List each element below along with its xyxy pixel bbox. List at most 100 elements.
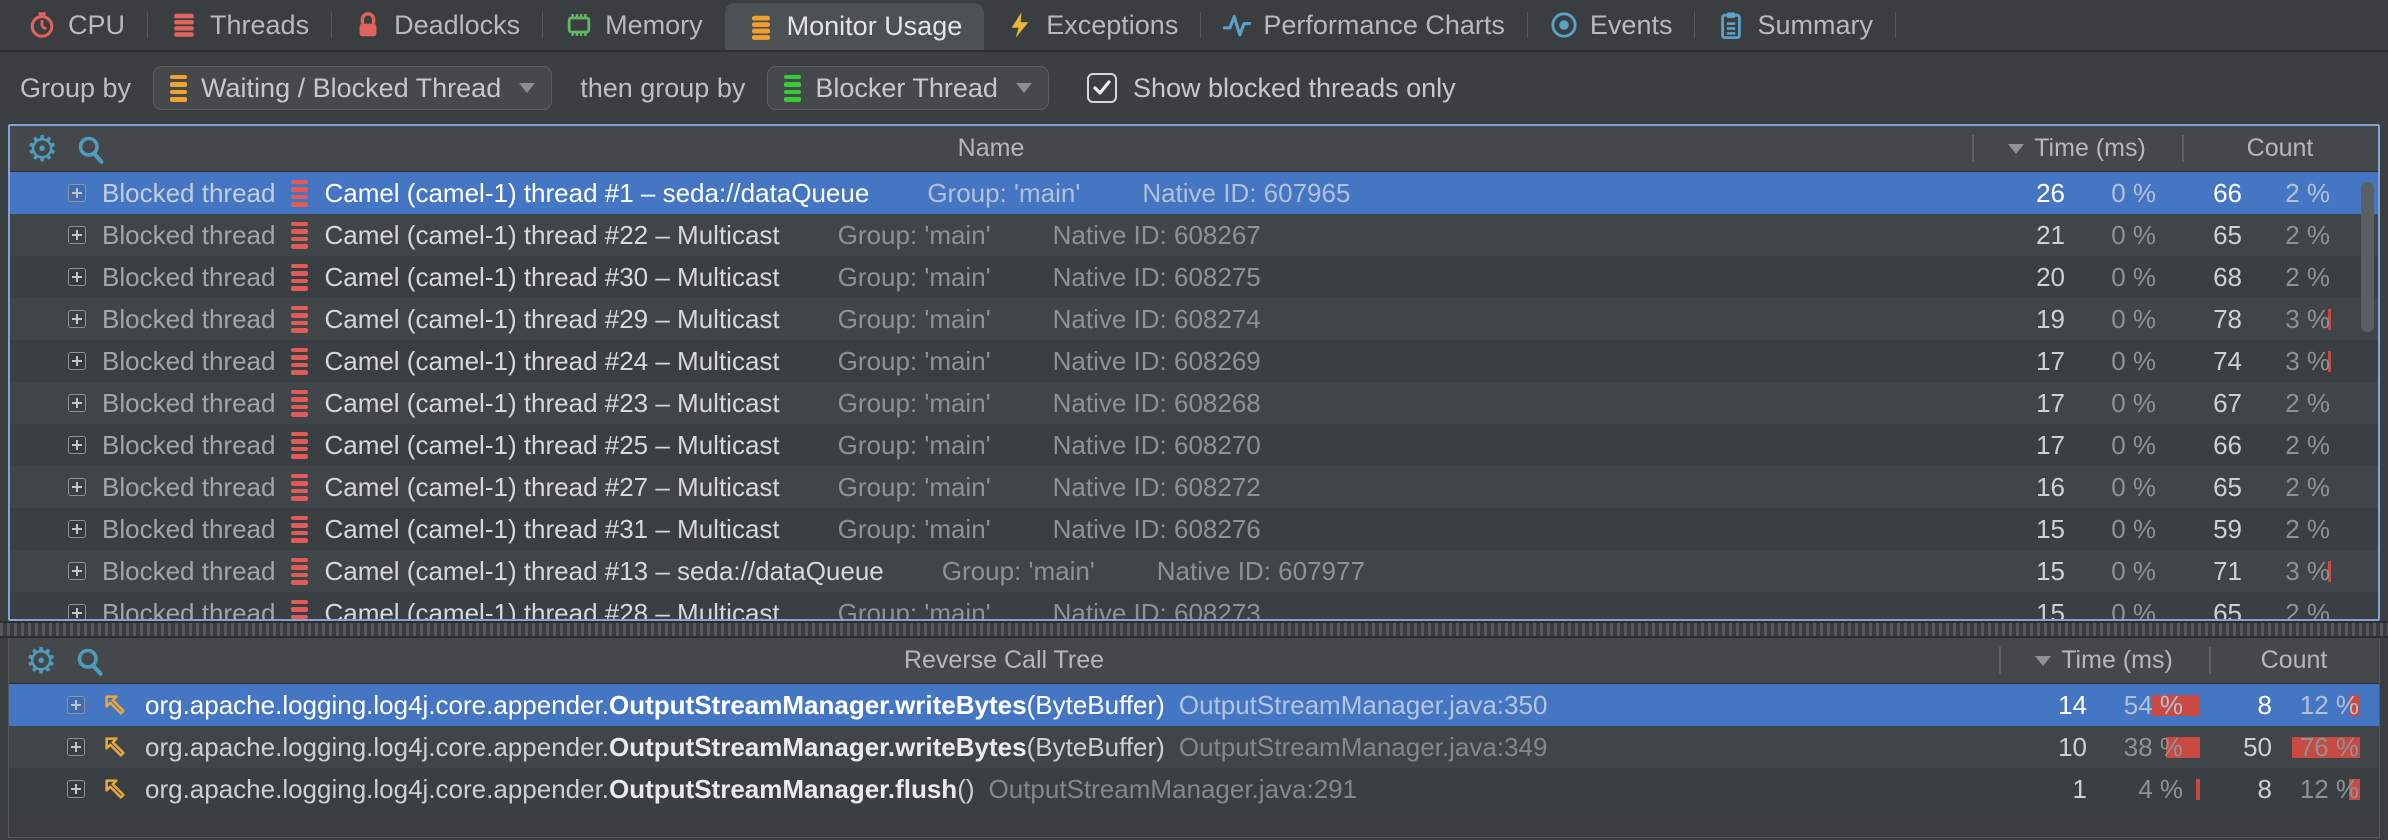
table-row[interactable]: org.apache.logging.log4j.core.appender.O… xyxy=(9,768,2379,810)
lightning-icon xyxy=(1006,11,1034,39)
table-row[interactable]: org.apache.logging.log4j.core.appender.O… xyxy=(9,726,2379,768)
table-row[interactable]: Blocked thread Camel (camel-1) thread #3… xyxy=(10,508,2378,550)
time-ms-value: 26 xyxy=(1972,178,2077,209)
thread-native-id: Native ID: 607977 xyxy=(1157,556,1365,587)
time-percent-value: 0 % xyxy=(2111,598,2156,620)
blocked-thread-label: Blocked thread xyxy=(102,346,275,377)
table-row[interactable]: Blocked thread Camel (camel-1) thread #1… xyxy=(10,550,2378,592)
tab-memory[interactable]: Memory xyxy=(543,0,725,50)
expand-icon[interactable] xyxy=(68,352,86,370)
expand-icon[interactable] xyxy=(68,520,86,538)
show-blocked-threads-checkbox[interactable] xyxy=(1087,73,1117,103)
table-row[interactable]: Blocked thread Camel (camel-1) thread #2… xyxy=(10,424,2378,466)
thread-name: Camel (camel-1) thread #28 – Multicast xyxy=(324,598,779,620)
thread-name: Camel (camel-1) thread #30 – Multicast xyxy=(324,262,779,293)
thread-name-cell: Blocked thread Camel (camel-1) thread #2… xyxy=(10,472,1972,503)
lock-icon xyxy=(354,11,382,39)
thread-name: Camel (camel-1) thread #31 – Multicast xyxy=(324,514,779,545)
search-icon[interactable] xyxy=(76,134,106,164)
blocked-thread-label: Blocked thread xyxy=(102,472,275,503)
time-ms-value: 17 xyxy=(1972,388,2077,419)
tab-label: Deadlocks xyxy=(394,10,520,41)
gear-icon[interactable]: ⚙ xyxy=(25,643,57,679)
thread-group: Group: 'main' xyxy=(838,598,991,620)
tab-monitor-usage[interactable]: Monitor Usage xyxy=(725,3,985,50)
then-group-by-label: then group by xyxy=(580,73,745,104)
gear-icon[interactable]: ⚙ xyxy=(26,131,58,167)
tab-cpu[interactable]: CPU xyxy=(6,0,147,50)
expand-icon[interactable] xyxy=(68,226,86,244)
table-row[interactable]: Blocked thread Camel (camel-1) thread #2… xyxy=(10,592,2378,619)
table-row[interactable]: Blocked thread Camel (camel-1) thread #2… xyxy=(10,340,2378,382)
count-percent-value: 2 % xyxy=(2285,178,2330,208)
count-value: 67 xyxy=(2182,388,2252,419)
tab-deadlocks[interactable]: Deadlocks xyxy=(332,0,542,50)
expand-icon[interactable] xyxy=(67,780,85,798)
column-header-count[interactable]: Count xyxy=(2182,126,2378,171)
thread-state-icon xyxy=(291,348,308,375)
column-header-time[interactable]: Time (ms) xyxy=(1999,638,2209,683)
expand-icon[interactable] xyxy=(68,184,86,202)
tab-threads[interactable]: Threads xyxy=(148,0,331,50)
thread-state-icon xyxy=(291,600,308,620)
first-grouping-dropdown[interactable]: Waiting / Blocked Thread xyxy=(153,66,552,110)
time-percent-value: 0 % xyxy=(2111,304,2156,334)
expand-icon[interactable] xyxy=(68,562,86,580)
tab-events[interactable]: Events xyxy=(1528,0,1695,50)
time-percent-cell: 0 % xyxy=(2077,430,2182,461)
column-header-name[interactable]: Name xyxy=(10,134,1972,163)
expand-icon[interactable] xyxy=(68,310,86,328)
table-row[interactable]: Blocked thread Camel (camel-1) thread #2… xyxy=(10,214,2378,256)
time-ms-value: 14 xyxy=(1999,690,2099,721)
expand-icon[interactable] xyxy=(67,738,85,756)
table-row[interactable]: Blocked thread Camel (camel-1) thread #3… xyxy=(10,256,2378,298)
expand-icon[interactable] xyxy=(67,696,85,714)
panel-splitter-handle[interactable] xyxy=(0,621,2388,638)
column-header-reverse-call-tree[interactable]: Reverse Call Tree xyxy=(9,646,1999,675)
sort-descending-icon xyxy=(2035,656,2051,666)
time-percent-value: 0 % xyxy=(2111,514,2156,544)
column-header-count[interactable]: Count xyxy=(2209,638,2379,683)
count-percent-value: 76 % xyxy=(2300,732,2359,762)
tab-label: Performance Charts xyxy=(1263,10,1505,41)
time-ms-value: 19 xyxy=(1972,304,2077,335)
expand-icon[interactable] xyxy=(68,436,86,454)
table-row[interactable]: Blocked thread Camel (camel-1) thread #2… xyxy=(10,466,2378,508)
thread-state-icon xyxy=(291,432,308,459)
tab-label: Monitor Usage xyxy=(787,11,963,42)
blocked-thread-label: Blocked thread xyxy=(102,430,275,461)
column-header-count-label: Count xyxy=(2261,646,2328,675)
count-percent-value: 12 % xyxy=(2300,774,2359,804)
source-file-reference: OutputStreamManager.java:350 xyxy=(1179,690,1548,721)
tab-performance-charts[interactable]: Performance Charts xyxy=(1201,0,1527,50)
tab-exceptions[interactable]: Exceptions xyxy=(984,0,1200,50)
source-file-reference: OutputStreamManager.java:349 xyxy=(1179,732,1548,763)
threads-icon xyxy=(170,11,198,39)
expand-icon[interactable] xyxy=(68,604,86,619)
count-percent-value: 12 % xyxy=(2300,690,2359,720)
table-row[interactable]: Blocked thread Camel (camel-1) thread #2… xyxy=(10,382,2378,424)
second-grouping-dropdown[interactable]: Blocker Thread xyxy=(767,66,1049,110)
vertical-scrollbar[interactable] xyxy=(2361,182,2374,332)
monitor-usage-icon xyxy=(747,13,775,41)
time-percent-value: 0 % xyxy=(2111,220,2156,250)
count-percent-cell: 2 % xyxy=(2252,514,2340,545)
tab-summary[interactable]: Summary xyxy=(1695,0,1895,50)
expand-icon[interactable] xyxy=(68,478,86,496)
count-percent-cell: 76 % xyxy=(2284,732,2369,763)
expand-icon[interactable] xyxy=(68,394,86,412)
table-row[interactable]: Blocked thread Camel (camel-1) thread #1… xyxy=(10,172,2378,214)
method-signature: org.apache.logging.log4j.core.appender.O… xyxy=(145,774,975,805)
show-blocked-threads-label: Show blocked threads only xyxy=(1133,73,1456,104)
divider xyxy=(1895,12,1896,38)
table-row[interactable]: org.apache.logging.log4j.core.appender.O… xyxy=(9,684,2379,726)
thread-name: Camel (camel-1) thread #22 – Multicast xyxy=(324,220,779,251)
count-percent-value: 2 % xyxy=(2285,430,2330,460)
thread-native-id: Native ID: 607965 xyxy=(1142,178,1350,209)
time-percent-value: 0 % xyxy=(2111,430,2156,460)
search-icon[interactable] xyxy=(75,646,105,676)
table-row[interactable]: Blocked thread Camel (camel-1) thread #2… xyxy=(10,298,2378,340)
expand-icon[interactable] xyxy=(68,268,86,286)
column-header-time[interactable]: Time (ms) xyxy=(1972,126,2182,171)
blocker-thread-icon xyxy=(784,75,801,102)
